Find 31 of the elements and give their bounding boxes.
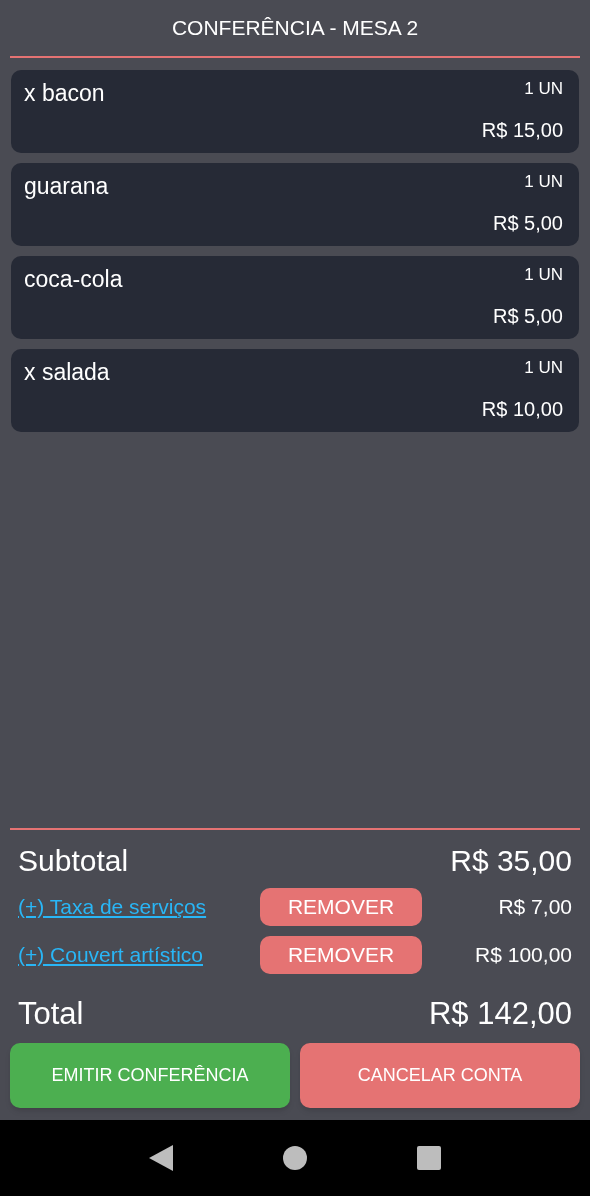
item-price: R$ 15,00 bbox=[481, 118, 563, 143]
screen-title: CONFERÊNCIA - MESA 2 bbox=[171, 15, 419, 42]
item-quantity: 1 UN bbox=[524, 171, 563, 193]
item-name: x bacon bbox=[24, 79, 105, 108]
order-item-card[interactable]: x salada 1 UN R$ 10,00 bbox=[11, 349, 579, 432]
total-value: R$ 142,00 bbox=[428, 994, 572, 1033]
item-price: R$ 5,00 bbox=[492, 211, 563, 236]
item-name: guarana bbox=[24, 172, 109, 201]
fee-value: R$ 100,00 bbox=[474, 941, 572, 968]
item-quantity: 1 UN bbox=[524, 357, 563, 379]
order-item-card[interactable]: guarana 1 UN R$ 5,00 bbox=[11, 163, 579, 246]
fee-value: R$ 7,00 bbox=[497, 893, 572, 920]
item-name: coca-cola bbox=[24, 265, 123, 294]
back-icon[interactable] bbox=[149, 1145, 173, 1171]
item-price: R$ 10,00 bbox=[481, 397, 563, 422]
subtotal-label: Subtotal bbox=[18, 842, 129, 879]
subtotal-value: R$ 35,00 bbox=[450, 842, 572, 879]
service-fee-link[interactable]: (+) Couvert artístico bbox=[18, 938, 260, 971]
order-item-card[interactable]: x bacon 1 UN R$ 15,00 bbox=[11, 70, 579, 153]
item-quantity: 1 UN bbox=[524, 264, 563, 286]
remove-button[interactable]: REMOVER bbox=[260, 887, 422, 926]
total-label: Total bbox=[18, 994, 84, 1033]
service-fee-link[interactable]: (+) Taxa de serviços bbox=[18, 890, 260, 923]
remove-button[interactable]: REMOVER bbox=[260, 935, 422, 974]
item-quantity: 1 UN bbox=[524, 78, 563, 100]
home-icon[interactable] bbox=[283, 1146, 307, 1170]
action-button[interactable]: CANCELAR CONTA bbox=[300, 1043, 580, 1108]
item-name: x salada bbox=[24, 358, 110, 387]
action-button[interactable]: EMITIR CONFERÊNCIA bbox=[10, 1043, 290, 1108]
order-item-card[interactable]: coca-cola 1 UN R$ 5,00 bbox=[11, 256, 579, 339]
item-price: R$ 5,00 bbox=[492, 304, 563, 329]
